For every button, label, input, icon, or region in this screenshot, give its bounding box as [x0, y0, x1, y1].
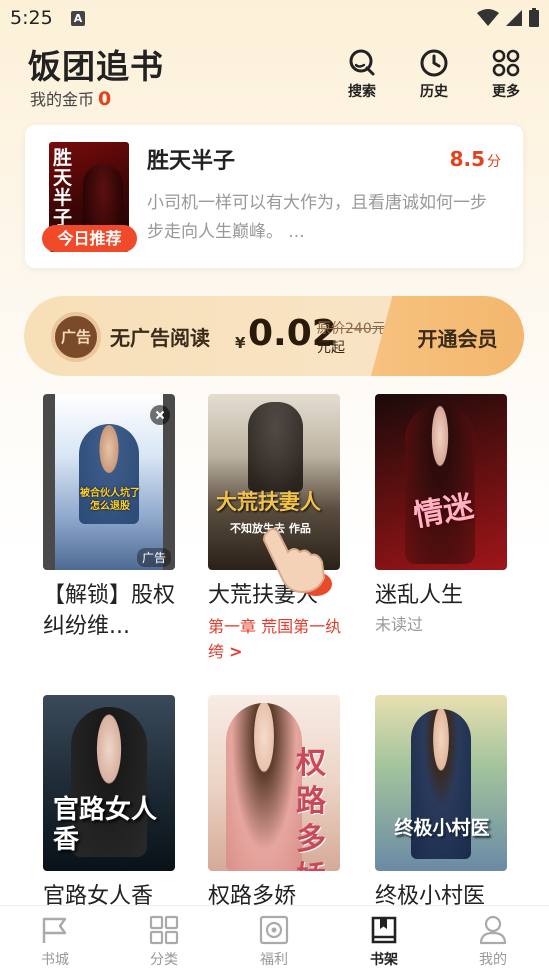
no-ads-icon: 广告 [51, 312, 101, 362]
signal-icon [506, 9, 522, 26]
ad-label-text: 广告 [141, 551, 166, 565]
book-cover[interactable]: 权路多娇 [208, 695, 340, 871]
search-label: 搜索 [348, 84, 376, 100]
book-progress[interactable]: 第一章 荒国第一纨绔 > [208, 614, 348, 664]
ad-label: 广告 [136, 548, 171, 567]
vip-subscribe-button[interactable]: 开通会员 [371, 296, 524, 376]
status-notification-icon: A [71, 11, 85, 26]
vip-currency: ¥ [235, 334, 246, 352]
recommend-title[interactable]: 胜天半子 [147, 143, 235, 175]
coins-value: 0 [98, 88, 112, 110]
book-cover[interactable]: 官路女人香 [43, 695, 175, 871]
cover-side-bar [43, 394, 55, 570]
welfare-icon [259, 915, 289, 945]
vip-button-label: 开通会员 [417, 327, 498, 351]
nav-label-category: 分类 [150, 952, 178, 968]
more-button[interactable]: 更多 [481, 48, 531, 101]
nav-item-profile[interactable]: 我的 [463, 914, 523, 969]
nav-label-welfare: 福利 [260, 952, 288, 968]
status-icons [477, 8, 539, 27]
book-title[interactable]: 迷乱人生 [375, 580, 515, 611]
recommend-description: 小司机一样可以有大作为，且看唐诚如何一步步走向人生巅峰。 ... [147, 193, 487, 242]
grid-icon [492, 49, 520, 77]
book-title[interactable]: 终极小村医 [375, 881, 507, 905]
nav-label-bookstore: 书城 [41, 952, 69, 968]
book-cover-title: 终极小村医 [394, 817, 490, 839]
book-cover-title: 官路女人香 [53, 795, 158, 855]
book-item[interactable]: 终极小村医 终极小村医 [375, 695, 507, 905]
status-time: 5:25 [10, 7, 53, 29]
bottom-nav: 书城 分类 福利 书架 我的 [0, 905, 549, 976]
cover-figure [226, 703, 302, 871]
book-read-status: 未读过 [375, 615, 424, 634]
recommend-card[interactable]: 胜天半子 今日推荐 胜天半子 8.5 分 小司机一样可以有大作为，且看唐诚如何一步… [25, 125, 523, 268]
nav-label-bookshelf: 书架 [370, 952, 398, 968]
flag-icon [42, 917, 67, 943]
book-cover-title: 大荒扶妻人 [216, 490, 321, 514]
wifi-icon [477, 8, 499, 26]
book-cover[interactable]: 被合伙人坑了怎么退股 广告 [43, 394, 175, 570]
close-ad-button[interactable] [150, 405, 170, 425]
recommend-badge: 今日推荐 [42, 225, 137, 252]
tap-hand-icon [262, 528, 332, 596]
status-bar: 5:25 A [0, 0, 549, 38]
profile-icon [479, 915, 507, 945]
book-cover-title: 权路多娇 [296, 746, 326, 871]
book-title[interactable]: 官路女人香 [43, 881, 175, 905]
battery-icon [529, 8, 539, 27]
history-button[interactable]: 历史 [409, 48, 459, 101]
book-item[interactable]: 权路多娇 权路多娇 [208, 695, 340, 905]
nav-item-bookshelf[interactable]: 书架 [354, 914, 414, 969]
nav-item-bookstore[interactable]: 书城 [25, 914, 85, 969]
chevron-right-icon: > [229, 642, 243, 661]
book-item[interactable]: 情迷 迷乱人生 未读过 [375, 394, 507, 664]
book-cover[interactable]: 情迷 [375, 394, 507, 570]
search-icon [349, 49, 375, 76]
recommend-score: 8.5 分 [450, 147, 501, 171]
more-label: 更多 [492, 84, 520, 100]
history-label: 历史 [420, 84, 448, 100]
book-cover-caption: 被合伙人坑了怎么退股 [80, 488, 140, 512]
book-item[interactable]: 大荒扶妻人 不知放生去 作品 大荒扶妻人 第一章 荒国第一纨绔 > [208, 394, 341, 664]
category-icon [149, 915, 179, 945]
book-item[interactable]: 被合伙人坑了怎么退股 广告 【解锁】股权纠纷维... [43, 394, 175, 664]
book-item[interactable]: 官路女人香 官路女人香 [43, 695, 175, 905]
recommend-cover-text: 胜天半子 [53, 147, 73, 229]
book-title[interactable]: 权路多娇 [208, 881, 340, 905]
nav-item-welfare[interactable]: 福利 [244, 914, 304, 969]
score-unit: 分 [487, 154, 501, 170]
clock-icon [420, 49, 448, 77]
no-ads-icon-text: 广告 [60, 328, 91, 346]
bookshelf-icon [371, 916, 397, 944]
nav-label-profile: 我的 [479, 952, 507, 968]
search-button[interactable]: 搜索 [337, 48, 387, 101]
app-title: 饭团追书 [28, 47, 164, 86]
book-cover[interactable]: 终极小村医 [375, 695, 507, 871]
score-value: 8.5 [449, 147, 485, 171]
close-icon [155, 410, 165, 420]
book-progress-text: 第一章 荒国第一纨绔 [208, 617, 342, 661]
vip-banner[interactable]: 广告 无广告阅读 ¥ 0.02 原价240元 元起 开通会员 [24, 296, 524, 376]
coins-display[interactable]: 我的金币 0 [30, 86, 111, 110]
vip-original-price: 原价240元 [317, 321, 386, 337]
cover-figure [248, 402, 303, 492]
vip-label: 无广告阅读 [110, 326, 210, 350]
coins-label: 我的金币 [30, 90, 95, 109]
nav-item-category[interactable]: 分类 [134, 914, 194, 969]
vip-price-unit: 元起 [317, 340, 345, 356]
book-title[interactable]: 【解锁】股权纠纷维... [43, 580, 183, 642]
